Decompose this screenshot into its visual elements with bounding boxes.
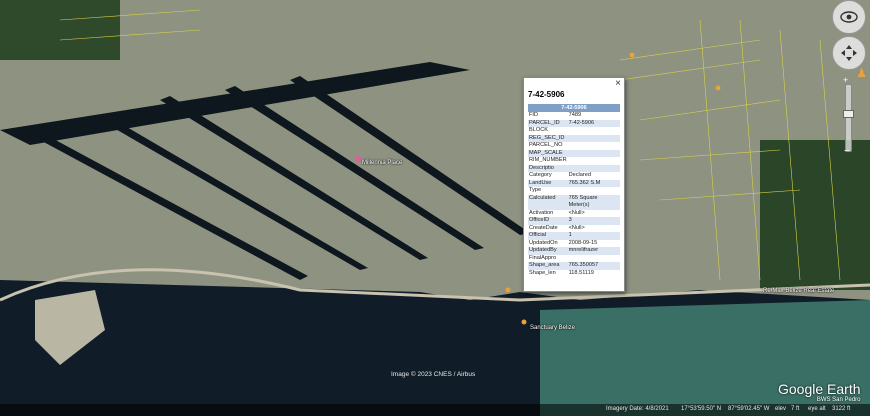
logo-text: Google Earth bbox=[778, 381, 861, 397]
logo-sub: BWS San Pedro bbox=[816, 397, 861, 403]
pan-icon[interactable] bbox=[832, 36, 866, 70]
table-row: PARCEL_ID 7-42-5906 bbox=[528, 119, 620, 127]
table-row: PARCEL_NO bbox=[528, 142, 620, 150]
vegetation-east bbox=[760, 140, 870, 290]
satellite-map[interactable] bbox=[0, 0, 870, 416]
field-value bbox=[568, 127, 620, 135]
field-name: OfficeID bbox=[528, 217, 568, 225]
google-earth-logo: Google Earth BWS San Pedro bbox=[778, 381, 861, 403]
field-name: Calculated bbox=[528, 194, 568, 210]
field-value: 7489 bbox=[568, 112, 582, 118]
field-name: Category bbox=[529, 172, 552, 178]
field-value: <Null> bbox=[568, 209, 585, 216]
field-value bbox=[567, 164, 620, 172]
town-land bbox=[0, 0, 870, 300]
field-value bbox=[567, 149, 620, 157]
field-value: mnrelifrazer bbox=[567, 247, 620, 255]
parcel-info-popup: × 7-42-5906 7-42-5906 FID 7489 PARCEL_ID 7-… bbox=[523, 77, 625, 292]
table-row: Category Declared bbox=[528, 172, 620, 180]
table-row: FID 7489 bbox=[528, 112, 620, 120]
vegetation-north bbox=[0, 0, 120, 60]
eye-alt-label: eye alt bbox=[808, 406, 826, 412]
field-name: LandUse bbox=[528, 179, 568, 187]
field-value: 1 bbox=[567, 232, 620, 240]
table-row: RIM_NUMBER bbox=[528, 157, 620, 165]
field-value: <Null> bbox=[568, 224, 585, 231]
field-value: Declared bbox=[568, 172, 591, 178]
field-value: 765 Square Meter(s) bbox=[567, 194, 620, 210]
field-name: UpdatedOn bbox=[529, 239, 558, 246]
table-row: Type bbox=[528, 187, 620, 195]
imagery-date: Imagery Date: 4/8/2021 bbox=[606, 406, 669, 412]
elevation-label: elev bbox=[775, 406, 787, 412]
table-row: REG_SEC_ID bbox=[528, 134, 620, 142]
field-name: PARCEL_ID bbox=[528, 119, 568, 127]
table-row: Official 1 bbox=[528, 232, 620, 240]
eye-icon[interactable] bbox=[832, 0, 866, 34]
table-row: MAP_SCALE bbox=[528, 149, 620, 157]
navigation-controls: + − ♟ bbox=[831, 0, 867, 160]
table-row: LandUse 765.362 S.M bbox=[528, 179, 620, 187]
table-header: 7-42-5906 bbox=[528, 104, 620, 112]
table-row: FinalAppro bbox=[528, 255, 620, 263]
map-label: Sanctuary Belize bbox=[530, 325, 576, 331]
zoom-slider-thumb[interactable] bbox=[843, 110, 854, 118]
map-label: Re/Max Belize Real Estate bbox=[763, 288, 835, 294]
latitude: 17°53'59.50" N bbox=[681, 406, 722, 412]
field-name: Activation bbox=[529, 209, 554, 216]
field-value: 765.350057 bbox=[567, 262, 620, 270]
field-value: 765.362 S.M bbox=[567, 179, 620, 187]
field-name: BLOCK bbox=[529, 127, 548, 133]
popup-title: 7-42-5906 bbox=[528, 90, 565, 99]
table-row: Descriptio bbox=[528, 164, 620, 172]
field-value: 118.51119 bbox=[568, 269, 594, 276]
table-row: UpdatedOn 2008-09-15 bbox=[528, 240, 620, 248]
table-row: OfficeID 3 bbox=[528, 217, 620, 225]
field-value bbox=[568, 255, 620, 263]
map-label: Millennia Place bbox=[362, 160, 403, 166]
field-name: MAP_SCALE bbox=[528, 149, 568, 157]
field-name: CreateDate bbox=[529, 224, 558, 231]
table-row: UpdatedBy mnrelifrazer bbox=[528, 247, 620, 255]
field-value bbox=[568, 187, 620, 195]
field-name: REG_SEC_ID bbox=[528, 134, 568, 142]
elevation-value: 7 ft bbox=[791, 406, 800, 412]
close-icon[interactable]: × bbox=[615, 79, 621, 89]
field-name: Type bbox=[529, 187, 542, 193]
field-value: 3 bbox=[567, 217, 620, 225]
imagery-credit: Image © 2023 CNES / Airbus bbox=[391, 371, 476, 378]
table-row: BLOCK bbox=[528, 127, 620, 135]
field-value: 2008-09-15 bbox=[568, 239, 598, 246]
zoom-slider[interactable] bbox=[845, 84, 852, 152]
table-row: Activation <Null> bbox=[528, 210, 620, 218]
table-row: Shape_len 118.51119 bbox=[528, 270, 620, 278]
field-name: PARCEL_NO bbox=[529, 142, 563, 148]
table-row: Calculated 765 Square Meter(s) bbox=[528, 194, 620, 210]
field-value bbox=[568, 142, 620, 150]
field-name: FID bbox=[529, 112, 539, 118]
pegman-icon[interactable]: ♟ bbox=[856, 66, 867, 80]
attribute-table: 7-42-5906 FID 7489 PARCEL_ID 7-42-5906 BLOCK… bbox=[528, 104, 620, 277]
zoom-minus-icon[interactable]: − bbox=[844, 146, 850, 157]
table-row: Shape_area 765.350057 bbox=[528, 262, 620, 270]
field-name: Shape_area bbox=[528, 262, 568, 270]
field-value: 7-42-5906 bbox=[567, 119, 620, 127]
longitude: 87°59'02.45" W bbox=[728, 406, 770, 412]
eye-alt-value: 3122 ft bbox=[832, 406, 851, 412]
field-value bbox=[568, 157, 620, 165]
field-name: Descriptio bbox=[528, 164, 568, 172]
field-value bbox=[567, 134, 620, 142]
field-name: Shape_len bbox=[529, 269, 556, 276]
status-bar: Imagery Date: 4/8/2021 17°53'59.50" N 87… bbox=[0, 404, 870, 416]
field-name: Official bbox=[528, 232, 568, 240]
field-name: RIM_NUMBER bbox=[529, 157, 567, 163]
field-name: FinalAppro bbox=[529, 254, 557, 261]
table-row: CreateDate <Null> bbox=[528, 225, 620, 233]
field-name: UpdatedBy bbox=[528, 247, 568, 255]
